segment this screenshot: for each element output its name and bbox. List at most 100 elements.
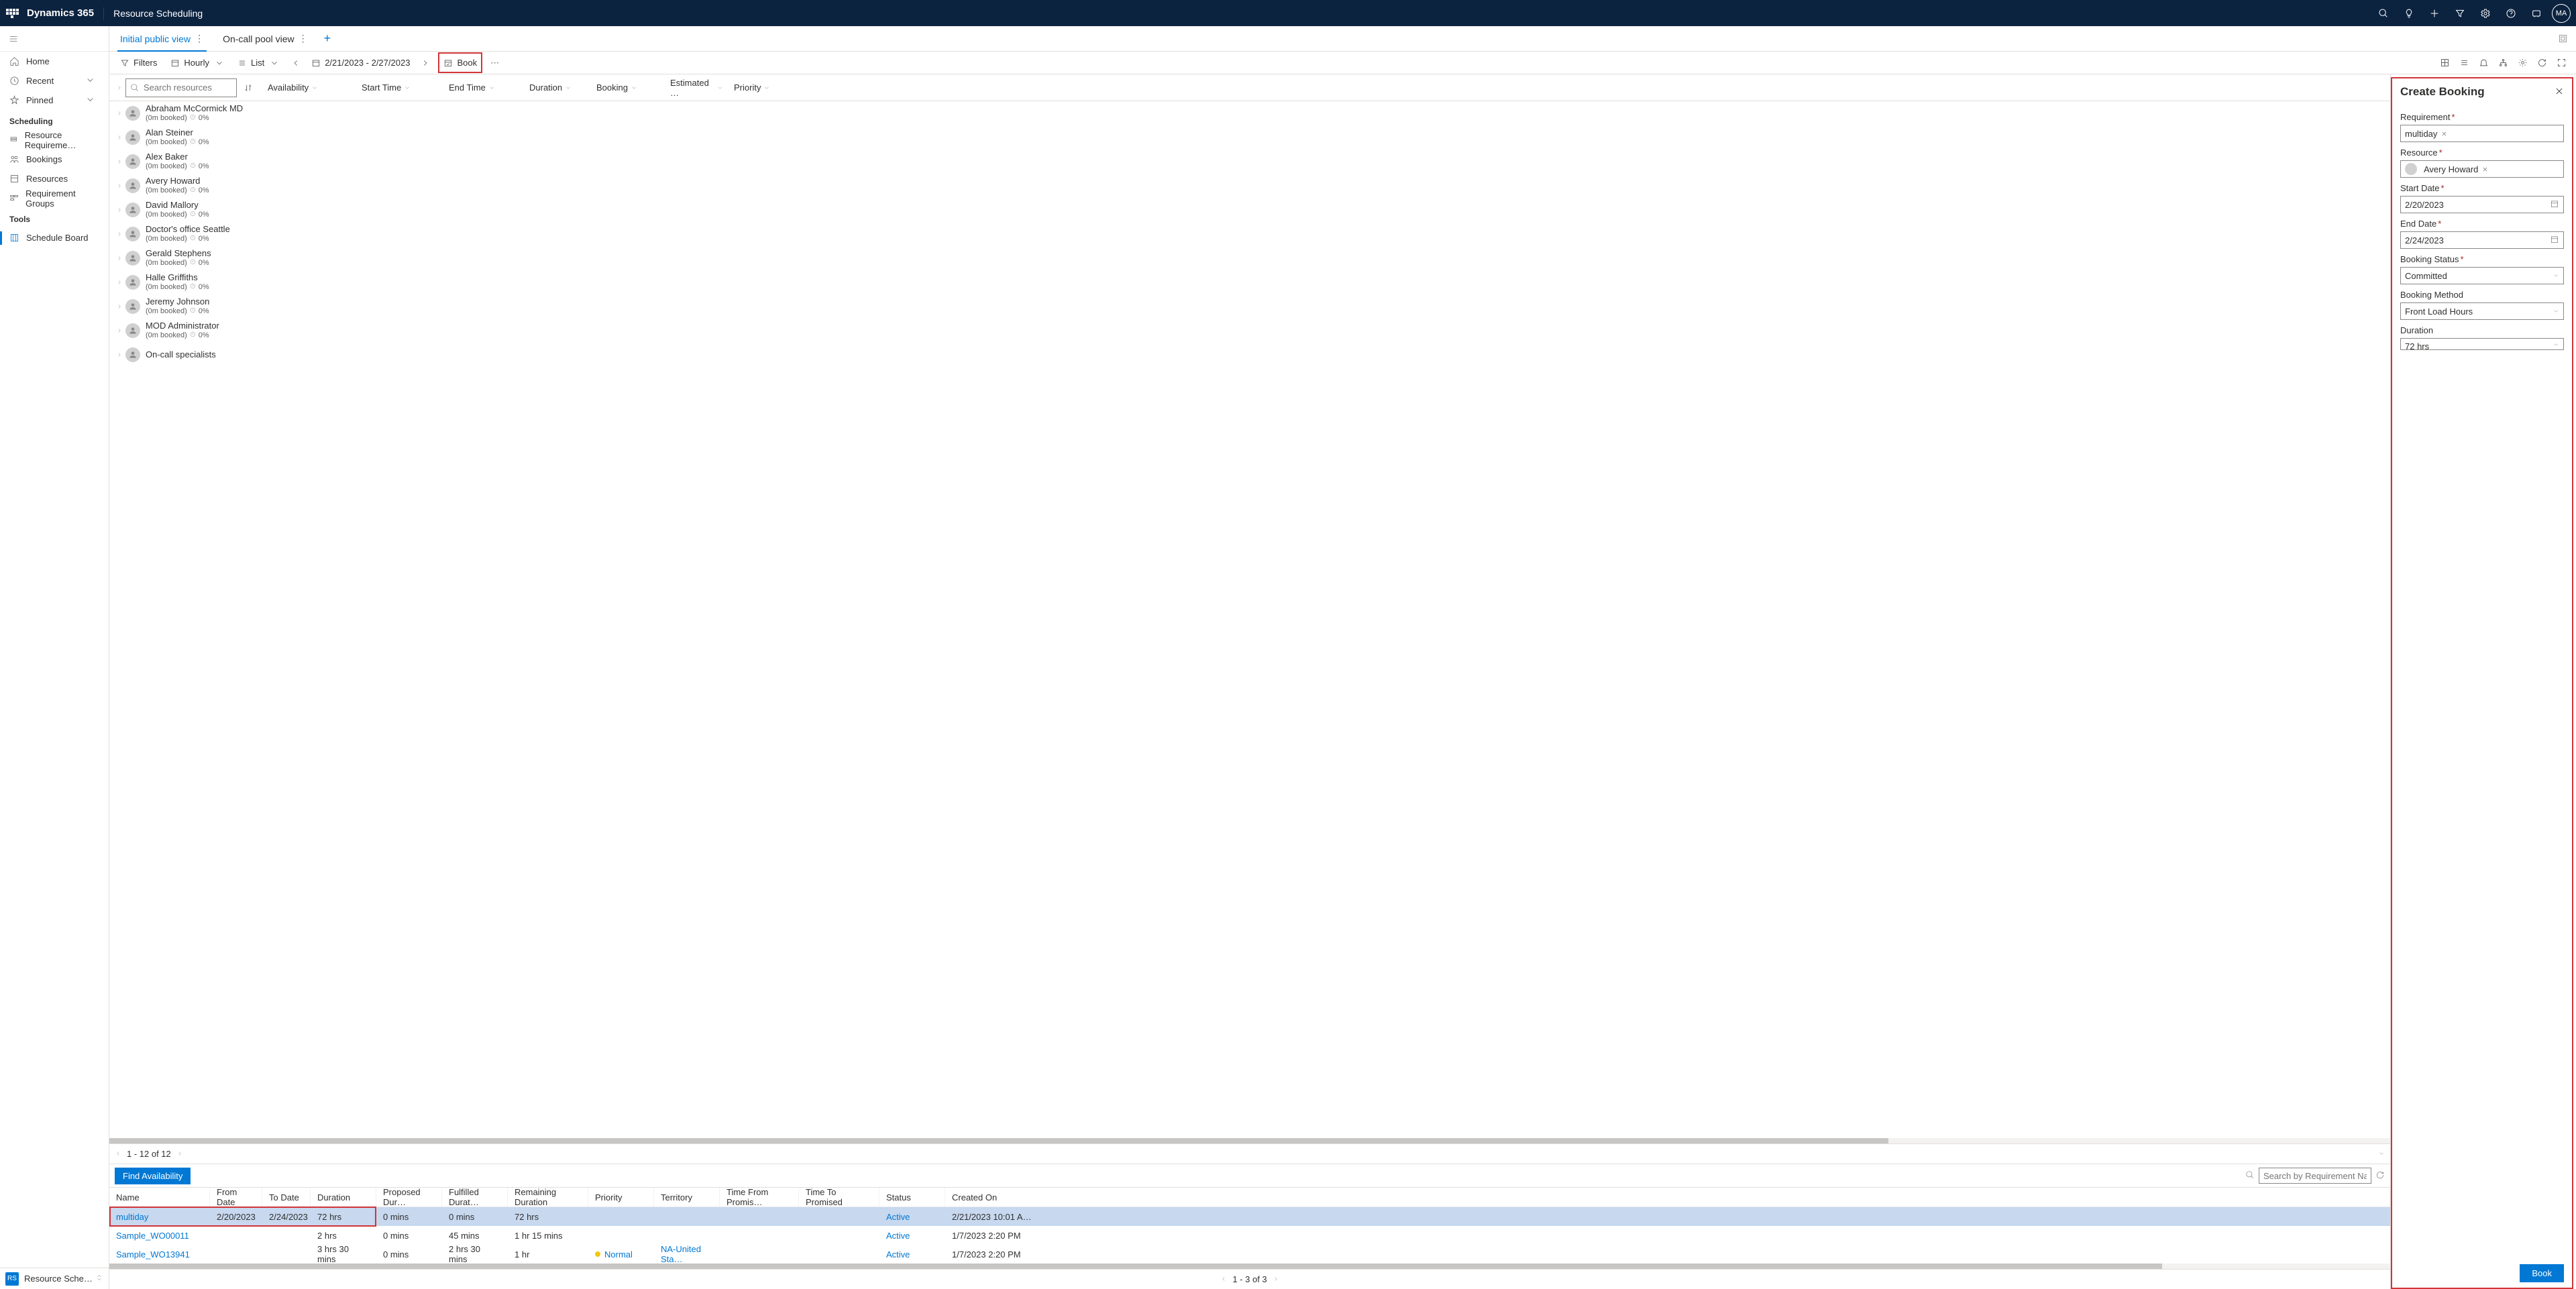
booking-method-field[interactable]: Front Load Hours	[2400, 302, 2564, 320]
refresh-icon[interactable]	[2375, 1170, 2385, 1182]
requirement-row[interactable]: Sample_WO139413 hrs 30 mins0 mins2 hrs 3…	[109, 1245, 2390, 1264]
col-from-date[interactable]: From Date	[210, 1188, 262, 1207]
tab-menu-icon[interactable]: ⋮	[299, 33, 308, 44]
h-scrollbar[interactable]	[109, 1264, 2390, 1269]
nav-resources[interactable]: Resources	[0, 169, 109, 188]
requirement-field[interactable]: multiday	[2400, 125, 2564, 142]
expand-icon[interactable]	[113, 158, 125, 165]
sort-icon[interactable]	[241, 80, 256, 95]
refresh-icon[interactable]	[2534, 55, 2550, 70]
expand-icon[interactable]	[113, 231, 125, 237]
col-time-from-promised[interactable]: Time From Promis…	[720, 1188, 799, 1207]
prev-date-button[interactable]	[288, 56, 303, 70]
nav-pinned[interactable]: Pinned	[0, 91, 109, 110]
resource-row[interactable]: Abraham McCormick MD(0m booked) 0%	[109, 101, 2390, 125]
clear-icon[interactable]	[2441, 129, 2447, 139]
add-tab-button[interactable]: +	[324, 26, 331, 51]
nav-bookings[interactable]: Bookings	[0, 150, 109, 169]
user-avatar[interactable]: MA	[2552, 4, 2571, 23]
col-priority[interactable]: Priority	[588, 1188, 654, 1207]
col-territory[interactable]: Territory	[654, 1188, 720, 1207]
area-switcher[interactable]: RS Resource Schedul…	[0, 1268, 109, 1289]
col-end-time[interactable]: End Time	[443, 78, 524, 98]
search-icon[interactable]	[2245, 1170, 2255, 1182]
nav-resource-requirements[interactable]: Resource Requireme…	[0, 130, 109, 150]
col-priority[interactable]: Priority	[729, 78, 789, 98]
resource-field[interactable]: Avery Howard	[2400, 160, 2564, 178]
booking-status-field[interactable]: Committed	[2400, 267, 2564, 284]
end-date-field[interactable]: 2/24/2023	[2400, 231, 2564, 249]
requirement-link[interactable]: Sample_WO00011	[116, 1231, 189, 1241]
resource-row[interactable]: Gerald Stephens(0m booked) 0%	[109, 246, 2390, 270]
search-input[interactable]	[144, 82, 224, 93]
col-duration[interactable]: Duration	[311, 1188, 376, 1207]
resource-row[interactable]: Avery Howard(0m booked) 0%	[109, 174, 2390, 198]
requirement-link[interactable]: Sample_WO13941	[116, 1249, 190, 1259]
col-time-to-promised[interactable]: Time To Promised	[799, 1188, 879, 1207]
col-booking[interactable]: Booking	[591, 78, 665, 98]
expand-icon[interactable]	[113, 255, 125, 262]
calendar-icon[interactable]	[2550, 199, 2559, 211]
resource-row[interactable]: Jeremy Johnson(0m booked) 0%	[109, 294, 2390, 319]
org-icon[interactable]	[2496, 55, 2511, 70]
resource-row[interactable]: Doctor's office Seattle(0m booked) 0%	[109, 222, 2390, 246]
settings-icon[interactable]	[2473, 1, 2498, 26]
clear-icon[interactable]	[2482, 164, 2488, 174]
list-settings-icon[interactable]	[2457, 55, 2472, 70]
filter-icon[interactable]	[2447, 1, 2473, 26]
expand-icon[interactable]	[113, 134, 125, 141]
resource-row[interactable]: MOD Administrator(0m booked) 0%	[109, 319, 2390, 343]
gear-icon[interactable]	[2515, 55, 2530, 70]
requirement-row[interactable]: Sample_WO000112 hrs0 mins45 mins1 hr 15 …	[109, 1226, 2390, 1245]
next-page[interactable]	[176, 1149, 183, 1159]
resource-row[interactable]: David Mallory(0m booked) 0%	[109, 198, 2390, 222]
expand-icon[interactable]	[113, 351, 125, 358]
col-fulfilled-dur[interactable]: Fulfilled Durat…	[442, 1188, 508, 1207]
search-icon[interactable]	[2371, 1, 2396, 26]
col-status[interactable]: Status	[879, 1188, 945, 1207]
resource-row[interactable]: Halle Griffiths(0m booked) 0%	[109, 270, 2390, 294]
start-date-field[interactable]: 2/20/2023	[2400, 196, 2564, 213]
search-resources-input[interactable]	[125, 78, 237, 97]
expand-all-icon[interactable]	[113, 85, 125, 91]
tab-initial-public-view[interactable]: Initial public view⋮	[117, 26, 207, 51]
nav-recent[interactable]: Recent	[0, 71, 109, 91]
lightbulb-icon[interactable]	[2396, 1, 2422, 26]
collapse-icon[interactable]	[2378, 1149, 2385, 1159]
hamburger-icon[interactable]	[0, 26, 109, 52]
add-icon[interactable]	[2422, 1, 2447, 26]
expand-icon[interactable]	[113, 327, 125, 334]
view-mode-dropdown[interactable]: List	[233, 55, 283, 70]
nav-requirement-groups[interactable]: Requirement Groups	[0, 188, 109, 208]
book-submit-button[interactable]: Book	[2520, 1264, 2564, 1282]
col-to-date[interactable]: To Date	[262, 1188, 311, 1207]
next-page[interactable]	[1273, 1274, 1279, 1284]
app-launcher-icon[interactable]	[5, 7, 19, 20]
prev-page[interactable]	[1220, 1274, 1227, 1284]
h-scrollbar[interactable]	[109, 1138, 2390, 1143]
col-duration[interactable]: Duration	[524, 78, 591, 98]
find-availability-button[interactable]: Find Availability	[115, 1168, 191, 1184]
bell-icon[interactable]	[2476, 55, 2491, 70]
resource-row[interactable]: Alex Baker(0m booked) 0%	[109, 150, 2390, 174]
expand-icon[interactable]	[2558, 26, 2568, 51]
col-start-time[interactable]: Start Time	[356, 78, 443, 98]
help-icon[interactable]	[2498, 1, 2524, 26]
date-range-button[interactable]: 2/21/2023 - 2/27/2023	[307, 55, 414, 70]
resource-row[interactable]: Alan Steiner(0m booked) 0%	[109, 125, 2390, 150]
col-remaining-dur[interactable]: Remaining Duration	[508, 1188, 588, 1207]
duration-field[interactable]: 72 hrs	[2400, 338, 2564, 350]
requirement-link[interactable]: multiday	[116, 1212, 148, 1222]
expand-icon[interactable]	[113, 279, 125, 286]
col-proposed-dur[interactable]: Proposed Dur…	[376, 1188, 442, 1207]
fullscreen-icon[interactable]	[2554, 55, 2569, 70]
nav-schedule-board[interactable]: Schedule Board	[0, 228, 109, 247]
filters-button[interactable]: Filters	[116, 55, 161, 70]
expand-icon[interactable]	[113, 303, 125, 310]
col-estimated[interactable]: Estimated …	[665, 78, 729, 98]
expand-icon[interactable]	[113, 207, 125, 213]
col-created-on[interactable]: Created On	[945, 1188, 2390, 1207]
prev-page[interactable]	[115, 1149, 121, 1159]
calendar-icon[interactable]	[2550, 235, 2559, 246]
timescale-dropdown[interactable]: Hourly	[166, 55, 228, 70]
